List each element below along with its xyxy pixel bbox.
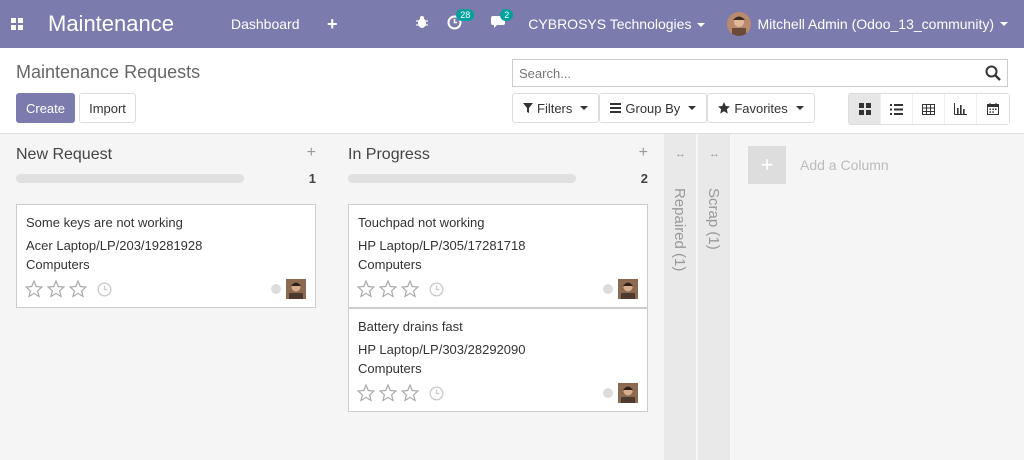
chevron-down-icon: [580, 106, 589, 110]
bars-icon: [610, 103, 622, 113]
star-outline-icon[interactable]: [379, 280, 397, 298]
star-outline-icon[interactable]: [401, 280, 419, 298]
chevron-down-icon: [795, 106, 804, 110]
calendar-view-icon[interactable]: [977, 94, 1009, 124]
activity-badge: 28: [456, 8, 475, 21]
star-outline-icon[interactable]: [357, 384, 375, 402]
column-title[interactable]: New Request: [16, 146, 112, 164]
card-category: Computers: [358, 257, 422, 272]
kanban-view-icon[interactable]: [849, 94, 881, 124]
kanban-board: New Request + 1 Some keys are not workin…: [0, 134, 1024, 460]
kanban-card[interactable]: Battery drains fast HP Laptop/LP/303/282…: [348, 308, 648, 412]
kanban-card[interactable]: Touchpad not working HP Laptop/LP/305/17…: [348, 204, 648, 308]
company-switcher[interactable]: CYBROSYS Technologies: [528, 16, 706, 32]
priority-stars: [357, 280, 444, 298]
kanban-state-dot[interactable]: [603, 388, 613, 398]
star-icon: [718, 102, 731, 114]
app-title[interactable]: Maintenance: [48, 11, 231, 37]
chevron-down-icon: [697, 23, 706, 28]
breadcrumb: Maintenance Requests: [16, 62, 201, 82]
kanban-state-dot[interactable]: [271, 284, 281, 294]
navbar-right: 28 2 CYBROSYS Technologies Mitchell Admi…: [406, 0, 1024, 48]
star-outline-icon[interactable]: [401, 384, 419, 402]
kanban-column-in-progress: In Progress + 2 Touchpad not working HP …: [348, 134, 648, 460]
favorites-dropdown[interactable]: Favorites: [707, 93, 815, 123]
card-title: Battery drains fast: [358, 319, 463, 334]
folded-column-repaired[interactable]: ↔ Repaired (1): [664, 134, 697, 460]
view-switcher: [848, 93, 1010, 125]
top-navbar: Maintenance Dashboard + 28 2 CYBROSYS Te…: [0, 0, 1024, 48]
graph-view-icon[interactable]: [945, 94, 977, 124]
debug-bug-icon[interactable]: [415, 15, 429, 33]
search-icon[interactable]: [985, 65, 1001, 81]
assignee-avatar: [286, 279, 306, 299]
company-name: CYBROSYS Technologies: [528, 16, 692, 32]
activity-clock-icon[interactable]: [429, 385, 444, 401]
column-count: 1: [308, 171, 316, 186]
column-title[interactable]: In Progress: [348, 146, 430, 164]
filters-label: Filters: [537, 100, 573, 116]
kanban-state-dot[interactable]: [603, 284, 613, 294]
search-options: Filters Group By Favorites: [512, 93, 815, 123]
assignee-avatar: [618, 383, 638, 403]
star-outline-icon[interactable]: [47, 280, 65, 298]
card-category: Computers: [26, 257, 90, 272]
messages-badge: 2: [500, 9, 514, 21]
plus-icon[interactable]: +: [748, 146, 786, 184]
column-count: 2: [640, 171, 648, 186]
star-outline-icon[interactable]: [69, 280, 87, 298]
import-button[interactable]: Import: [79, 93, 136, 123]
column-quick-add-button[interactable]: +: [307, 144, 316, 162]
add-column[interactable]: + Add a Column: [748, 146, 889, 184]
list-view-icon[interactable]: [881, 94, 913, 124]
activity-clock-icon[interactable]: 28: [447, 8, 475, 34]
priority-stars: [25, 280, 112, 298]
column-progress-bar: [16, 174, 244, 183]
favorites-label: Favorites: [734, 100, 788, 116]
pivot-view-icon[interactable]: [913, 94, 945, 124]
unfold-arrows-icon[interactable]: ↔: [675, 148, 686, 160]
kanban-column-new-request: New Request + 1 Some keys are not workin…: [16, 134, 316, 460]
create-button[interactable]: Create: [16, 93, 75, 123]
control-panel: Maintenance Requests Create Import Filte…: [0, 48, 1024, 134]
unfold-arrows-icon[interactable]: ↔: [709, 148, 720, 160]
column-progress-bar: [348, 174, 576, 183]
folded-column-label: Scrap (1): [705, 188, 722, 250]
apps-menu-icon[interactable]: [0, 0, 34, 48]
folded-column-scrap[interactable]: ↔ Scrap (1): [698, 134, 731, 460]
card-equipment: Acer Laptop/LP/203/19281928: [26, 238, 203, 253]
assignee-avatar: [618, 279, 638, 299]
card-category: Computers: [358, 361, 422, 376]
star-outline-icon[interactable]: [357, 280, 375, 298]
chevron-down-icon: [688, 106, 697, 110]
card-title: Touchpad not working: [358, 215, 485, 230]
folded-column-label: Repaired (1): [671, 188, 688, 272]
messages-chat-icon[interactable]: 2: [491, 9, 514, 33]
chevron-down-icon: [1000, 22, 1008, 26]
filter-icon: [523, 103, 533, 113]
user-avatar: [727, 12, 752, 36]
activity-clock-icon[interactable]: [97, 281, 112, 297]
card-equipment: HP Laptop/LP/303/28292090: [358, 342, 526, 357]
group-by-dropdown[interactable]: Group By: [599, 93, 708, 123]
group-by-label: Group By: [625, 100, 681, 116]
kanban-card[interactable]: Some keys are not working Acer Laptop/LP…: [16, 204, 316, 308]
filters-dropdown[interactable]: Filters: [512, 93, 600, 123]
activity-clock-icon[interactable]: [429, 281, 444, 297]
priority-stars: [357, 384, 444, 402]
star-outline-icon[interactable]: [25, 280, 43, 298]
search-bar: [512, 59, 1008, 87]
star-outline-icon[interactable]: [379, 384, 397, 402]
search-input[interactable]: [513, 60, 973, 86]
nav-plus-button[interactable]: +: [327, 14, 357, 35]
add-column-label: Add a Column: [800, 157, 889, 173]
card-equipment: HP Laptop/LP/305/17281718: [358, 238, 526, 253]
user-name: Mitchell Admin (Odoo_13_community): [757, 16, 994, 32]
column-quick-add-button[interactable]: +: [639, 144, 648, 162]
card-title: Some keys are not working: [26, 215, 183, 230]
user-menu[interactable]: Mitchell Admin (Odoo_13_community): [727, 12, 1008, 36]
nav-dashboard-link[interactable]: Dashboard: [231, 16, 327, 32]
